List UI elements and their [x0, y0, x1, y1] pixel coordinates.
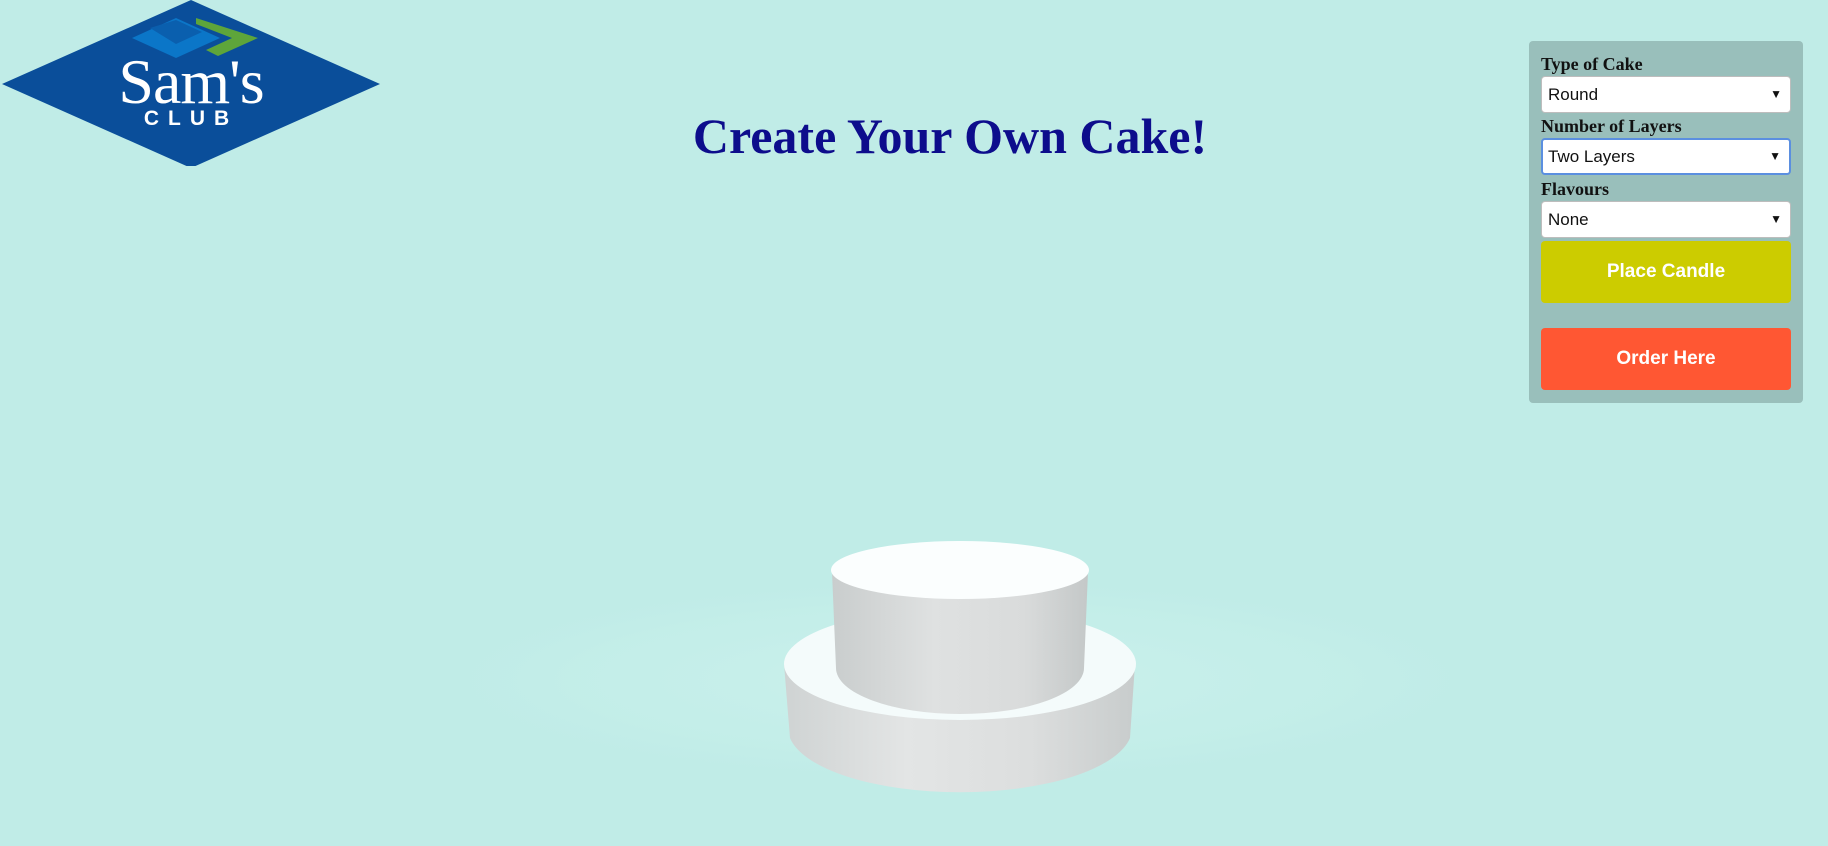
cake-options-panel: Type of Cake Round ▼ Number of Layers Tw…	[1529, 41, 1803, 403]
layers-label: Number of Layers	[1541, 116, 1682, 136]
cake-type-select[interactable]: Round ▼	[1541, 76, 1791, 113]
flavours-label: Flavours	[1541, 179, 1610, 199]
cake-type-value: Round	[1548, 85, 1599, 104]
chevron-down-icon: ▼	[1770, 212, 1782, 226]
layers-select[interactable]: Two Layers ▼	[1541, 138, 1791, 175]
cake-top-layer[interactable]	[831, 541, 1089, 714]
flavours-select[interactable]: None ▼	[1541, 201, 1791, 238]
chevron-down-icon: ▼	[1770, 87, 1782, 101]
chevron-down-icon: ▼	[1769, 149, 1781, 163]
page: Sam's CLUB Create Your Own Cake! Type of…	[0, 0, 1828, 846]
layers-value: Two Layers	[1548, 147, 1635, 166]
flavours-value: None	[1548, 210, 1589, 229]
cake-type-label: Type of Cake	[1541, 54, 1643, 74]
order-button[interactable]: Order Here	[1541, 328, 1791, 390]
place-candle-button[interactable]: Place Candle	[1541, 241, 1791, 303]
